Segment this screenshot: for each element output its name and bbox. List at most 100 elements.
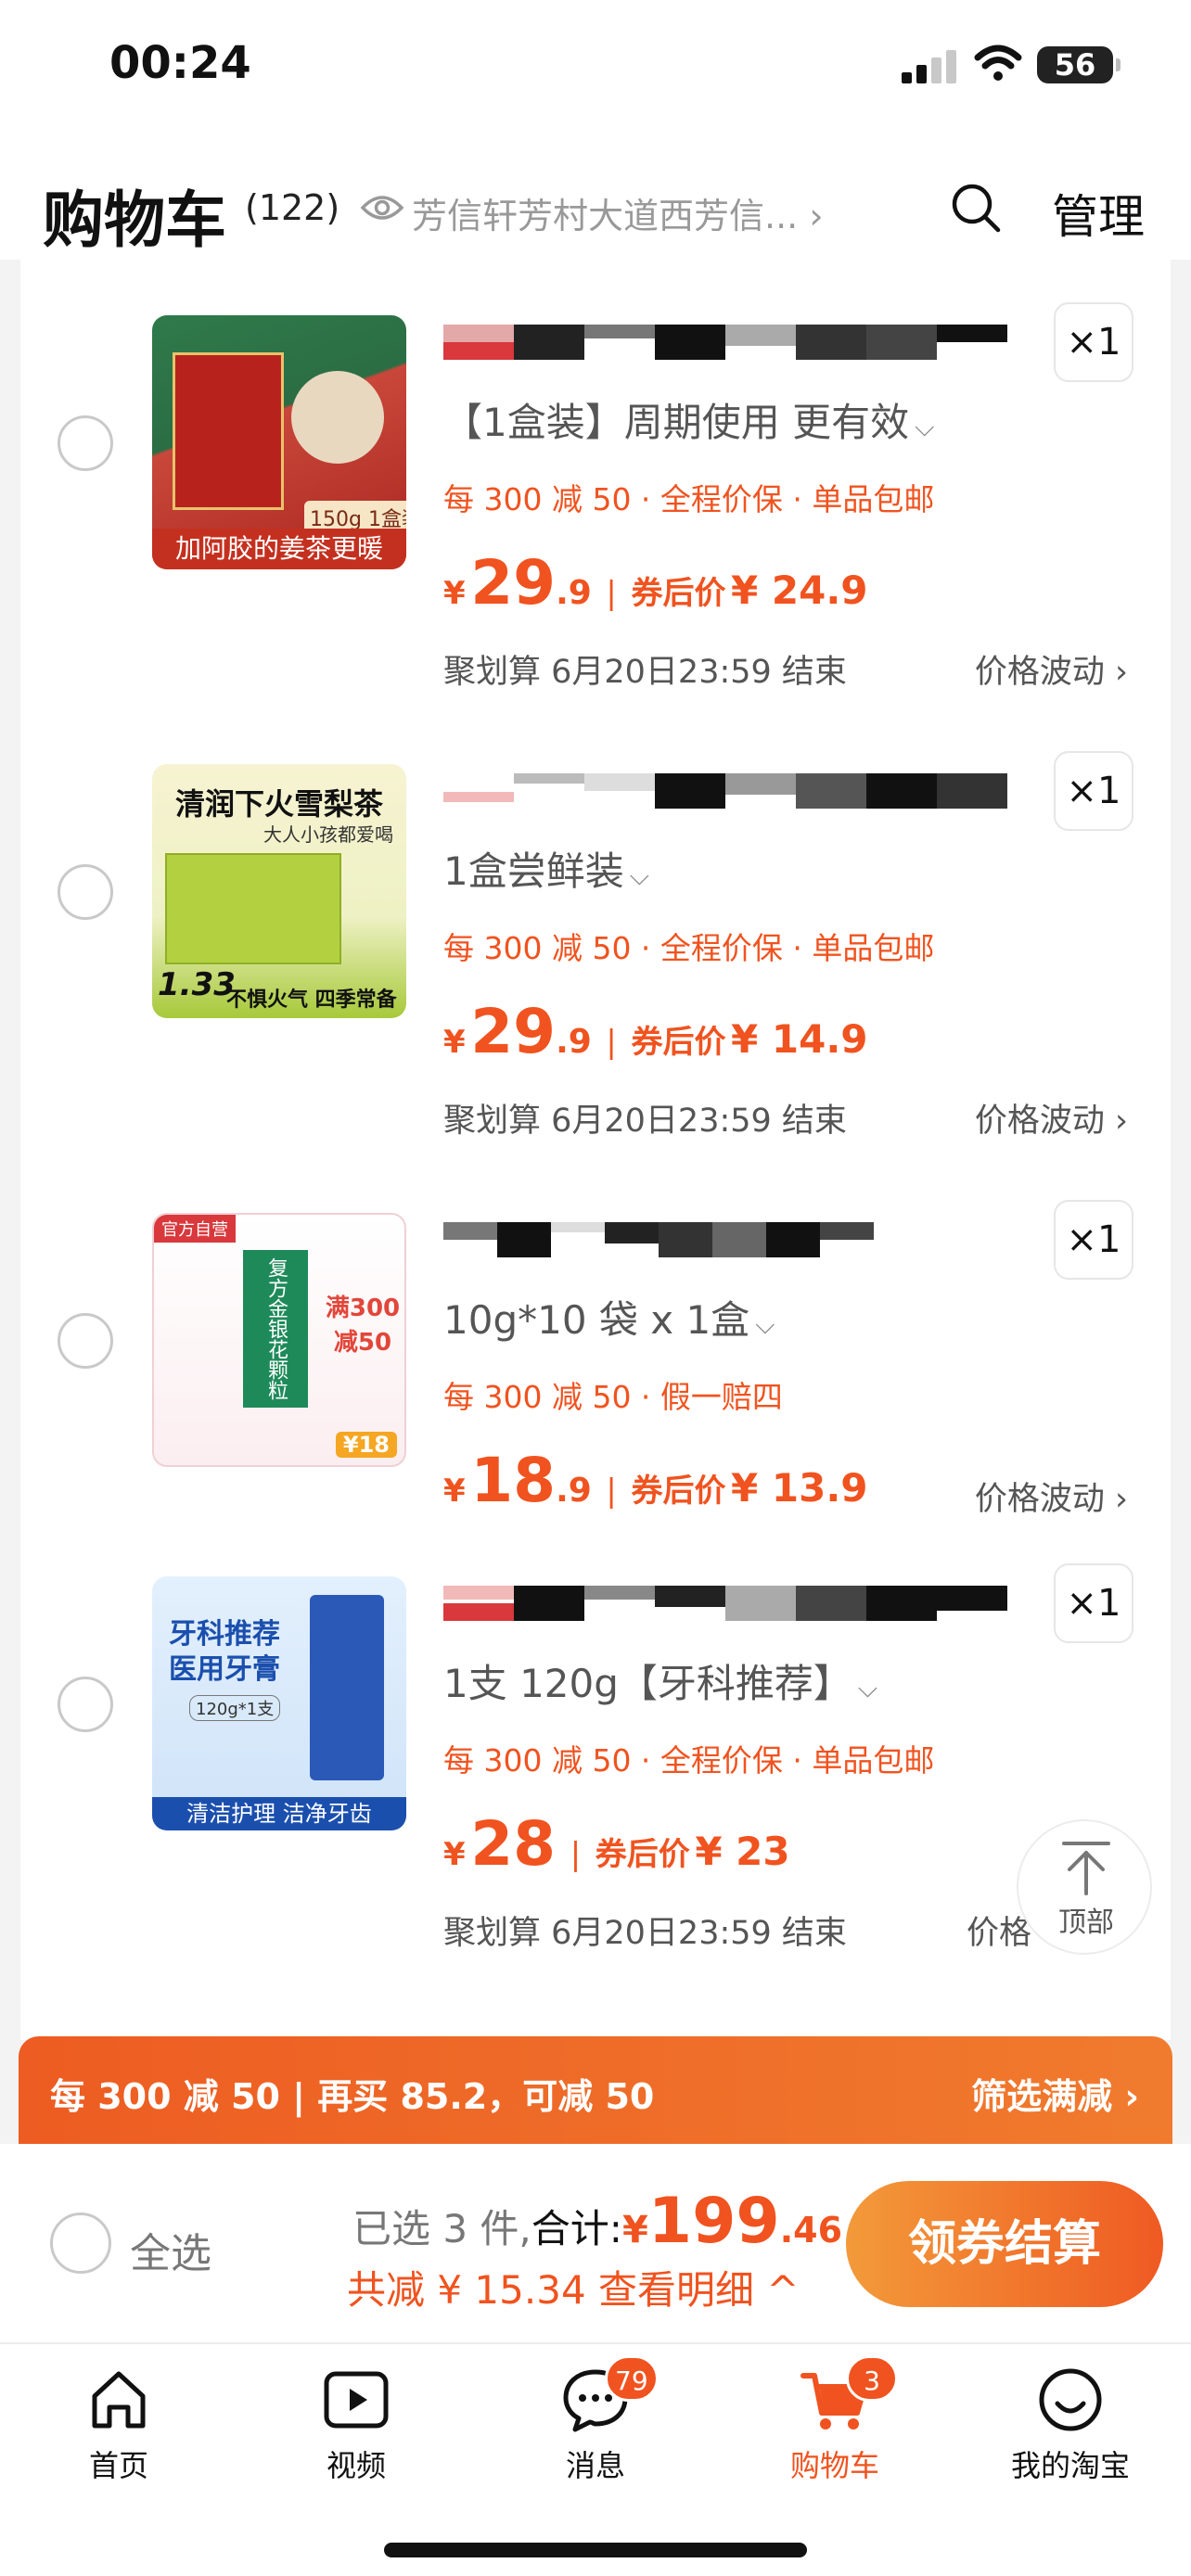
promo-text: 每 300 减 50 · 全程价保 · 单品包邮 [443, 1742, 935, 1779]
sku-label: 1支 120g【牙科推荐】 [443, 1661, 852, 1706]
product-price-tag: 1.33 [158, 966, 236, 1003]
quantity-stepper[interactable]: ×1 [1054, 1200, 1133, 1280]
product-caption: 复方金银花颗粒 [243, 1250, 308, 1408]
status-time: 00:24 [109, 37, 251, 89]
product-bottom-caption: 清洁护理 洁净牙齿 [152, 1797, 406, 1830]
selected-count: 已选 3 件, [352, 2206, 531, 2251]
official-badge: 官方自营 [154, 1215, 236, 1243]
tab-my-taobao[interactable]: 我的淘宝 [978, 2363, 1163, 2485]
cellular-signal-icon [902, 50, 957, 83]
chevron-down-icon: ⌵ [915, 412, 935, 442]
sku-selector[interactable]: 1支 120g【牙科推荐】 ⌵ [443, 1652, 877, 1709]
home-indicator [384, 2543, 807, 2557]
sku-selector[interactable]: 1盒尝鲜装 ⌵ [443, 840, 649, 897]
currency: ¥ [443, 1473, 466, 1510]
price-trend-link[interactable]: 价格波动 › [975, 645, 1128, 693]
after-coupon-label: 券后价 [631, 1473, 726, 1510]
home-icon [92, 2371, 146, 2429]
deal-end-text: 聚划算 6月20日23:59 结束 [443, 1915, 847, 1952]
select-all-radio[interactable] [50, 2213, 111, 2274]
sku-label: 1盒尝鲜装 [443, 848, 624, 894]
deal-end-text: 聚划算 6月20日23:59 结束 [443, 1103, 847, 1140]
cart-item: 牙科推荐 医用牙膏 120g*1支 清洁护理 洁净牙齿 ×1 1支 120g【牙… [20, 1521, 1171, 1966]
price-trend-link[interactable]: 价格波动 › [975, 1473, 1128, 1520]
item-select-radio[interactable] [58, 864, 113, 920]
product-bottom-caption: 不惧火气 四季常备 [226, 988, 397, 1012]
tab-video[interactable]: 视频 [263, 2363, 449, 2485]
wifi-icon [974, 45, 1022, 81]
product-tag: 120g*1支 [189, 1695, 281, 1721]
product-tag: 满300减50 [325, 1294, 401, 1357]
price-trend-link[interactable]: 价格波动 › [975, 1094, 1128, 1141]
cart-item: 150g 1盒装 加阿胶的姜茶更暖 ×1 【1盒装】周期使用 更有效⌵ 每 30… [20, 260, 1171, 705]
after-coupon-label: 券后价 [631, 1024, 726, 1061]
promo-text: 每 300 减 50 · 假一赔四 [443, 1379, 783, 1415]
discount-progress-text: 每 300 减 50 | 再买 85.2，可减 50 [50, 2076, 655, 2117]
cart-count: (122) [245, 187, 340, 228]
chevron-down-icon: ⌵ [857, 1673, 878, 1703]
product-title-redacted[interactable] [443, 1222, 876, 1257]
price-dec: .9 [556, 574, 592, 612]
product-image[interactable]: 牙科推荐 医用牙膏 120g*1支 清洁护理 洁净牙齿 [152, 1576, 406, 1830]
back-to-top-label: 顶部 [1058, 1906, 1114, 1939]
cart-header: 购物车 (122) 芳信轩芳村大道西芳信... › 管理 [0, 139, 1191, 260]
tab-label: 消息 [565, 2448, 625, 2483]
price-int: 29 [470, 996, 557, 1067]
product-caption: 牙科推荐 医用牙膏 [169, 1618, 280, 1686]
after-coupon-price: ¥ 14.9 [731, 1016, 868, 1062]
sku-selector[interactable]: 10g*10 袋 x 1盒 ⌵ [443, 1289, 775, 1345]
checkout-button[interactable]: 领券结算 [846, 2181, 1163, 2307]
cart-item: 清润下火雪梨茶 大人小孩都爱喝 1.33 不惧火气 四季常备 ×1 1盒尝鲜装 ⌵… [20, 708, 1171, 1154]
chevron-down-icon: ⌵ [755, 1309, 775, 1340]
tab-cart[interactable]: 购物车 3 [742, 2355, 928, 2485]
product-bowl-art [291, 371, 384, 464]
total-dec: .46 [779, 2210, 843, 2251]
select-all-label[interactable]: 全选 [130, 2220, 211, 2279]
product-image[interactable]: 官方自营 复方金银花颗粒 满300减50 ¥18 [152, 1213, 406, 1467]
product-title-redacted[interactable] [443, 325, 1007, 360]
back-to-top-button[interactable]: 顶部 [1017, 1819, 1152, 1955]
quantity-stepper[interactable]: ×1 [1054, 302, 1133, 382]
after-coupon-label: 券后价 [595, 1836, 690, 1873]
after-coupon-price: ¥ 23 [695, 1829, 790, 1874]
tab-label: 我的淘宝 [1010, 2448, 1130, 2483]
product-image[interactable]: 150g 1盒装 加阿胶的姜茶更暖 [152, 315, 406, 569]
product-price-tag: ¥18 [335, 1432, 397, 1458]
cart-badge: 3 [846, 2355, 898, 2402]
tab-label: 视频 [326, 2448, 386, 2483]
price-dec: .9 [556, 1472, 592, 1510]
price-row: ¥ 28 | 券后价 ¥ 23 [443, 1808, 790, 1880]
delivery-address[interactable]: 芳信轩芳村大道西芳信... › [412, 187, 824, 238]
discount-promo-bar[interactable]: 每 300 减 50 | 再买 85.2，可减 50 筛选满减 › [19, 2036, 1172, 2144]
item-select-radio[interactable] [58, 1677, 113, 1732]
sku-selector[interactable]: 【1盒装】周期使用 更有效 ⌵ [443, 391, 934, 448]
discount-detail-link[interactable]: 共减 ¥ 15.34 查看明细 ^ [347, 2259, 800, 2315]
profile-icon [1039, 2368, 1102, 2431]
product-title-redacted[interactable] [443, 773, 1007, 809]
product-image[interactable]: 清润下火雪梨茶 大人小孩都爱喝 1.33 不惧火气 四季常备 [152, 764, 406, 1018]
search-icon[interactable] [950, 182, 1002, 234]
item-select-radio[interactable] [58, 1313, 113, 1369]
arrow-up-icon [1062, 1842, 1110, 1895]
tab-label: 首页 [88, 2448, 148, 2483]
filter-discount-link[interactable]: 筛选满减 › [971, 2068, 1139, 2119]
chevron-down-icon: ⌵ [629, 861, 649, 891]
tab-messages[interactable]: 消息 79 [503, 2355, 688, 2485]
total-int: 199 [647, 2185, 780, 2258]
price-dec: .9 [556, 1023, 592, 1061]
tab-home[interactable]: 首页 [26, 2363, 211, 2485]
price-row: ¥ 29.9 | 券后价 ¥ 14.9 [443, 996, 868, 1067]
quantity-stepper[interactable]: ×1 [1054, 1563, 1133, 1643]
quantity-stepper[interactable]: ×1 [1054, 751, 1133, 831]
promo-text: 每 300 减 50 · 全程价保 · 单品包邮 [443, 481, 935, 517]
item-select-radio[interactable] [58, 415, 113, 471]
manage-button[interactable]: 管理 [1052, 180, 1145, 247]
after-coupon-price: ¥ 13.9 [731, 1465, 868, 1511]
product-title-redacted[interactable] [443, 1586, 1007, 1621]
after-coupon-price: ¥ 24.9 [731, 567, 868, 613]
total-line: 已选 3 件,合计:¥199.46 [352, 2185, 842, 2258]
after-coupon-label: 券后价 [631, 575, 726, 612]
sku-label: 【1盒装】周期使用 更有效 [443, 400, 910, 445]
sku-label: 10g*10 袋 x 1盒 [443, 1297, 750, 1343]
eye-icon[interactable] [360, 193, 404, 223]
